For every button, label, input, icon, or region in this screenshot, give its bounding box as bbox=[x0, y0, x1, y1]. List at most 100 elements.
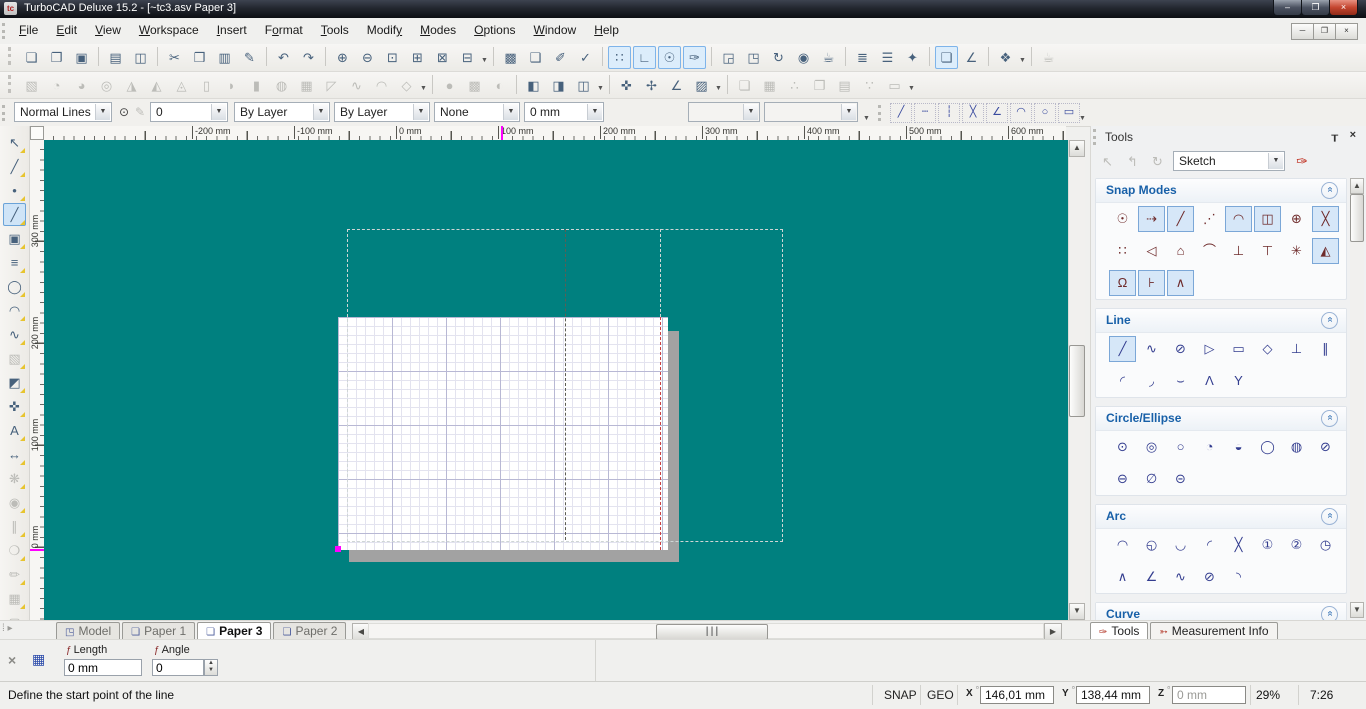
toolbar-overflow-icon[interactable]: ▼ bbox=[480, 46, 489, 67]
fill-bucket-icon[interactable]: ✑ bbox=[1291, 151, 1313, 171]
line-tangent-arc-icon[interactable]: ◜ bbox=[1109, 368, 1136, 394]
line-rotated-rect-icon[interactable]: ◇ bbox=[1254, 336, 1281, 362]
sketch-style-combo[interactable]: Sketch▼ bbox=[1173, 151, 1285, 171]
menu-tools[interactable]: Tools bbox=[312, 18, 358, 41]
dimension-tool-icon[interactable]: ↔ bbox=[3, 443, 26, 466]
scroll-up-icon[interactable]: ▲ bbox=[1350, 178, 1364, 194]
spell-check-icon[interactable]: ✓ bbox=[574, 46, 597, 69]
cut-icon[interactable]: ✂ bbox=[163, 46, 186, 69]
zoom-page-icon[interactable]: ⊠ bbox=[431, 46, 454, 69]
format-painter-icon[interactable]: ✎ bbox=[238, 46, 261, 69]
zoom-out-icon[interactable]: ⊖ bbox=[356, 46, 379, 69]
line-parallel-icon[interactable]: ∥ bbox=[1312, 336, 1339, 362]
snap-grid-icon[interactable]: ∷ bbox=[1109, 238, 1136, 264]
fill-combo[interactable]: None▼ bbox=[434, 102, 520, 122]
line-perpendicular-icon[interactable]: ⊥ bbox=[1283, 336, 1310, 362]
circle-tan-point-icon[interactable]: ⊘ bbox=[1312, 434, 1339, 460]
x-coordinate-field[interactable]: 146,01 mm bbox=[980, 686, 1054, 704]
mdi-close-button[interactable]: × bbox=[1335, 23, 1358, 40]
snap-vertical-trace-icon[interactable]: ⊦ bbox=[1138, 270, 1165, 296]
angle-stepper[interactable]: ▲▼ bbox=[204, 659, 218, 676]
toolbar-overflow-icon[interactable]: ▼ bbox=[862, 104, 871, 125]
collapse-chevron-icon[interactable]: « bbox=[1321, 410, 1338, 427]
canvas-horizontal-scrollbar[interactable]: ┃┃┃ bbox=[368, 623, 1044, 639]
snap-perpendicular-icon[interactable]: ⊥ bbox=[1225, 238, 1252, 264]
panel-close-icon[interactable]: × bbox=[1350, 129, 1356, 141]
scroll-down-icon[interactable]: ▼ bbox=[1069, 603, 1085, 620]
style-arc-icon[interactable]: ◠ bbox=[1010, 103, 1032, 123]
print-preview-icon[interactable]: ◫ bbox=[129, 46, 152, 69]
circle-triple-point-icon[interactable]: ◯ bbox=[1254, 434, 1281, 460]
inspector-close-icon[interactable]: × bbox=[8, 652, 16, 668]
line-tangent-from-arc-icon[interactable]: ◞ bbox=[1138, 368, 1165, 394]
line-multiline-icon[interactable]: ∿ bbox=[1138, 336, 1165, 362]
arc-tangent-icon[interactable]: ╳ bbox=[1225, 532, 1252, 558]
tab-measurement-info[interactable]: ➳Measurement Info bbox=[1150, 622, 1277, 640]
line-width-combo[interactable]: 0 mm▼ bbox=[524, 102, 604, 122]
circle-center-radius-icon[interactable]: ⊙ bbox=[1109, 434, 1136, 460]
minimize-button[interactable]: – bbox=[1273, 0, 1302, 16]
save-icon[interactable]: ▣ bbox=[70, 46, 93, 69]
circle-tool-icon[interactable]: ◯ bbox=[3, 275, 26, 298]
circle-double-point-icon[interactable]: ○ bbox=[1167, 434, 1194, 460]
menu-view[interactable]: View bbox=[86, 18, 130, 41]
line-single-icon[interactable]: ╱ bbox=[1109, 336, 1136, 362]
mdi-minimize-button[interactable]: ─ bbox=[1291, 23, 1314, 40]
snap-normal-icon[interactable]: ⊤ bbox=[1254, 238, 1281, 264]
arc-center-radius-icon[interactable]: ◠ bbox=[1109, 532, 1136, 558]
snap-arc-center-icon[interactable]: ◠ bbox=[1225, 206, 1252, 232]
pen-style-combo[interactable]: Normal Lines▼ bbox=[14, 102, 112, 122]
line-bisector-icon[interactable]: Y bbox=[1225, 368, 1252, 394]
circle-tan-3-icon[interactable]: ◍ bbox=[1283, 434, 1310, 460]
snap-nearest-icon[interactable]: ╱ bbox=[1167, 206, 1194, 232]
snap-angular-icon[interactable]: ∧ bbox=[1167, 270, 1194, 296]
menu-workspace[interactable]: Workspace bbox=[130, 18, 208, 41]
new-icon[interactable]: ❏ bbox=[20, 46, 43, 69]
snap-tangent-icon[interactable]: ⌒ bbox=[1196, 238, 1223, 264]
open-icon[interactable]: ❐ bbox=[45, 46, 68, 69]
snap-divide-icon[interactable]: ✳ bbox=[1283, 238, 1310, 264]
paste-icon[interactable]: ▥ bbox=[213, 46, 236, 69]
stepper-down-icon[interactable]: ▼ bbox=[205, 667, 217, 674]
ortho-toggle-icon[interactable]: ∟ bbox=[633, 46, 656, 69]
toolbar-overflow-icon[interactable]: ▼ bbox=[1078, 104, 1087, 125]
mdi-restore-button[interactable]: ❐ bbox=[1313, 23, 1336, 40]
menu-insert[interactable]: Insert bbox=[208, 18, 256, 41]
point-tool-icon[interactable]: • bbox=[3, 179, 26, 202]
curve-tool-icon[interactable]: ∿ bbox=[3, 323, 26, 346]
multiline-tool-icon[interactable]: ≡ bbox=[3, 251, 26, 274]
snap-aperture-icon[interactable]: ◭ bbox=[1312, 238, 1339, 264]
ellipse-icon[interactable]: ⊖ bbox=[1109, 466, 1136, 492]
snap-magnetic-icon[interactable]: Ω bbox=[1109, 270, 1136, 296]
hatch-pattern-icon[interactable]: ▨ bbox=[690, 74, 713, 97]
snap-free-icon[interactable]: ☉ bbox=[1109, 206, 1136, 232]
select-tool-icon[interactable]: ↖ bbox=[3, 131, 26, 154]
scrollbar-thumb[interactable]: ┃┃┃ bbox=[656, 624, 768, 640]
tab-tools[interactable]: ✑Tools bbox=[1090, 622, 1148, 640]
ruler-corner-box[interactable] bbox=[30, 126, 44, 140]
drawing-canvas[interactable] bbox=[44, 140, 1068, 620]
snap-face-icon[interactable]: ⌂ bbox=[1167, 238, 1194, 264]
z-coordinate-field[interactable]: 0 mm bbox=[1172, 686, 1246, 704]
visibility-eye-icon[interactable]: ⊙ bbox=[116, 102, 132, 122]
style-vline-icon[interactable]: ┆ bbox=[938, 103, 960, 123]
stepper-up-icon[interactable]: ▲ bbox=[205, 660, 217, 667]
snap-toggle[interactable]: SNAP bbox=[884, 688, 917, 702]
vertical-ruler[interactable]: 300 mm200 mm100 mm0 mm bbox=[30, 140, 45, 620]
segment-tool-icon[interactable]: ╱ bbox=[3, 155, 26, 178]
axis-icon[interactable]: ∠ bbox=[960, 46, 983, 69]
orbit-icon[interactable]: ↻ bbox=[767, 46, 790, 69]
arc-tan-entity-icon[interactable]: ∠ bbox=[1138, 564, 1165, 590]
tab-paper-1[interactable]: ❏Paper 1 bbox=[122, 622, 195, 640]
collapse-chevron-icon[interactable]: « bbox=[1321, 182, 1338, 199]
tab-paper-3[interactable]: ❏Paper 3 bbox=[197, 622, 271, 640]
render-icon[interactable]: ☕ bbox=[817, 46, 840, 69]
scrollbar-thumb[interactable] bbox=[1069, 345, 1085, 417]
layer-combo[interactable]: By Layer▼ bbox=[234, 102, 330, 122]
redo-icon[interactable]: ↷ bbox=[297, 46, 320, 69]
pen-width-combo[interactable]: 0▼ bbox=[150, 102, 228, 122]
menu-window[interactable]: Window bbox=[525, 18, 586, 41]
toolbar-overflow-icon[interactable]: ▼ bbox=[1018, 46, 1027, 67]
menu-options[interactable]: Options bbox=[465, 18, 524, 41]
line-rectangle-icon[interactable]: ▭ bbox=[1225, 336, 1252, 362]
